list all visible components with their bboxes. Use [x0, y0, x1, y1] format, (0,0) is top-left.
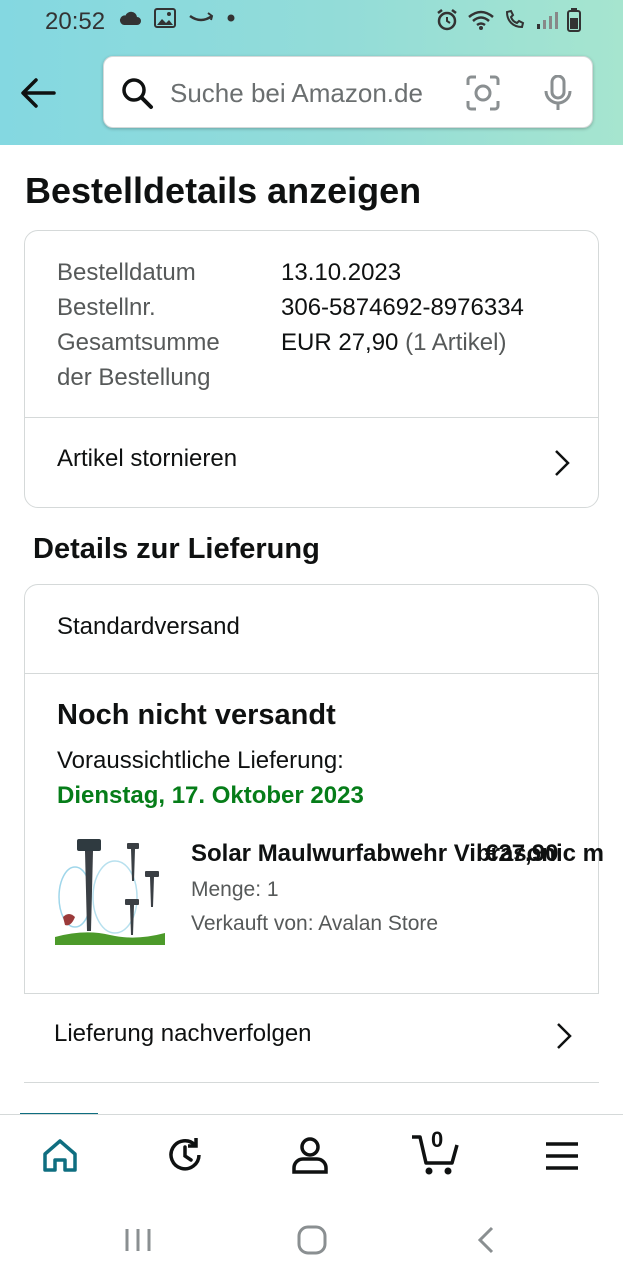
nav-home[interactable] — [40, 1135, 80, 1180]
amazon-smile-icon — [189, 12, 214, 22]
status-right-icons — [435, 8, 581, 32]
microphone-icon[interactable] — [542, 75, 574, 111]
cart-count: 0 — [431, 1127, 444, 1152]
order-total-value: EUR 27,90 (1 Artikel) — [281, 325, 506, 360]
order-total-label: Gesamtsumme der Bestellung — [57, 325, 220, 395]
shipment-status: Noch nicht versandt — [57, 699, 336, 731]
signal-icon — [537, 12, 558, 29]
bottom-navigation: 0 — [0, 1114, 623, 1200]
alarm-icon — [437, 9, 457, 31]
nav-orders[interactable] — [165, 1135, 205, 1180]
nav-account[interactable] — [290, 1135, 330, 1180]
expected-delivery-label: Voraussichtliche Lieferung: — [57, 747, 344, 774]
chevron-right-icon — [555, 450, 570, 476]
reorder-icon — [169, 1138, 201, 1171]
delivery-card: Standardversand Noch nicht versandt Vora… — [24, 584, 604, 994]
expected-delivery-date: Dienstag, 17. Oktober 2023 — [57, 782, 364, 809]
cloud-icon — [119, 11, 141, 25]
product-seller: Verkauft von: Avalan Store — [191, 912, 439, 935]
divider — [25, 673, 598, 674]
status-left-icons — [118, 8, 236, 28]
order-total-label-line2: der Bestellung — [57, 364, 211, 391]
track-delivery-label: Lieferung nachverfolgen — [54, 1020, 312, 1047]
product-price: €27,90 — [485, 840, 559, 867]
track-delivery-row[interactable]: Lieferung nachverfolgen — [24, 994, 599, 1083]
page-title: Bestelldetails anzeigen — [25, 170, 422, 211]
order-total-amount: EUR 27,90 — [281, 329, 399, 356]
wifi-icon — [468, 10, 494, 30]
status-bar: 20:52 — [0, 0, 623, 44]
search-icon[interactable] — [120, 76, 154, 110]
order-number-value: 306-5874692-8976334 — [281, 294, 524, 321]
arrow-left-icon — [21, 78, 56, 108]
account-icon — [292, 1137, 328, 1174]
search-input[interactable]: Suche bei Amazon.de — [170, 78, 423, 109]
order-summary-card: Bestelldatum 13.10.2023 Bestellnr. 306-5… — [24, 230, 599, 508]
search-bar[interactable]: Suche bei Amazon.de — [103, 56, 593, 128]
system-back-icon[interactable] — [476, 1226, 496, 1254]
order-item-count: (1 Artikel) — [405, 329, 507, 356]
shipping-method: Standardversand — [57, 613, 240, 640]
home-button-icon[interactable] — [297, 1225, 327, 1255]
home-icon — [43, 1139, 77, 1172]
status-time: 20:52 — [45, 8, 106, 35]
cancel-items-label: Artikel stornieren — [57, 445, 238, 472]
product-thumbnail[interactable] — [55, 837, 165, 945]
order-number-label: Bestellnr. — [57, 294, 156, 321]
recent-apps-icon[interactable] — [124, 1227, 152, 1253]
nav-cart[interactable]: 0 — [410, 1127, 460, 1182]
delivery-section-title: Details zur Lieferung — [33, 533, 320, 565]
chevron-right-icon — [557, 1023, 572, 1049]
order-total-label-line1: Gesamtsumme — [57, 329, 220, 356]
camera-scan-icon[interactable] — [466, 75, 500, 111]
cancel-items-row[interactable]: Artikel stornieren — [25, 418, 598, 508]
order-date-label: Bestelldatum — [57, 259, 196, 286]
image-icon — [154, 8, 176, 28]
header-bar: 20:52 Suche bei Amazon.de — [0, 0, 623, 145]
back-button[interactable] — [18, 72, 60, 114]
dot-icon — [227, 14, 235, 22]
battery-icon — [567, 8, 581, 32]
nav-menu[interactable] — [545, 1141, 579, 1176]
menu-icon — [546, 1142, 578, 1170]
order-date-value: 13.10.2023 — [281, 259, 402, 286]
product-quantity: Menge: 1 — [191, 878, 279, 901]
wifi-calling-icon — [505, 9, 525, 29]
system-navigation-bar — [0, 1199, 623, 1280]
